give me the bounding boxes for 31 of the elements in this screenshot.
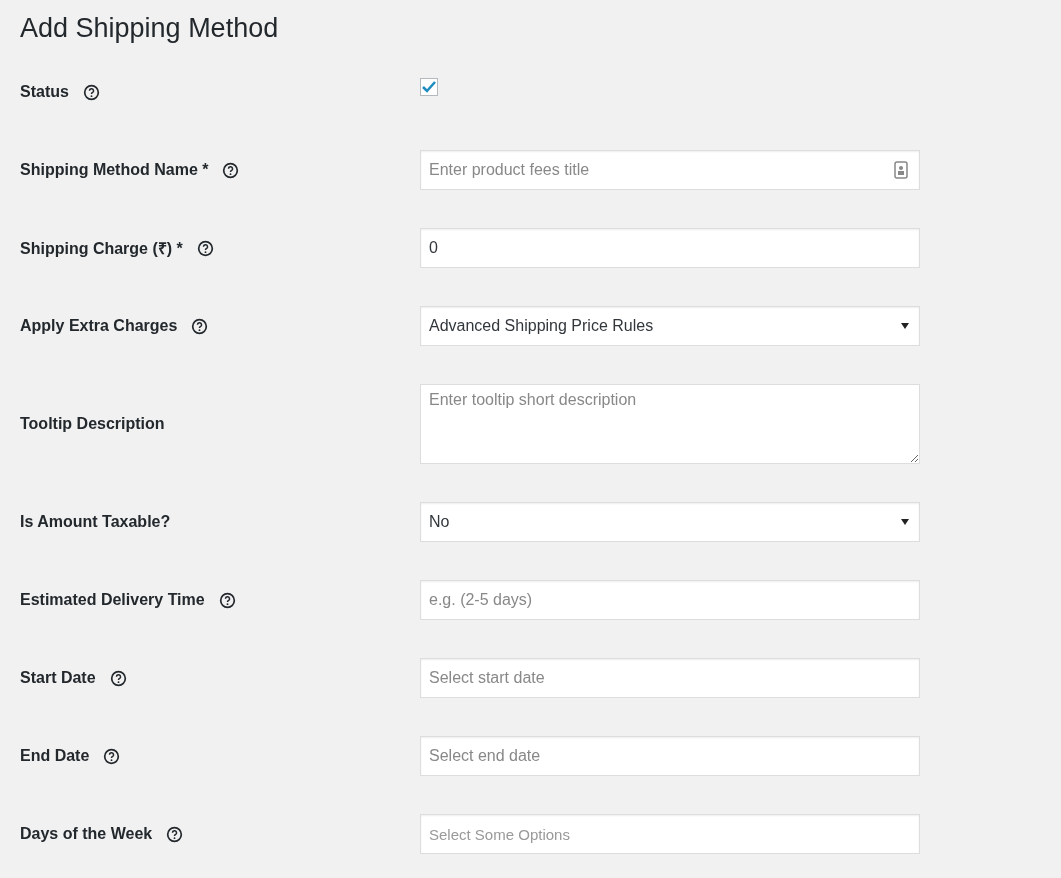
help-icon[interactable] — [82, 83, 100, 101]
text-field[interactable]: Select start date — [420, 658, 920, 698]
caret-icon — [901, 519, 909, 525]
field-label: Tooltip Description — [20, 415, 165, 433]
help-icon[interactable] — [218, 591, 236, 609]
field-label: Shipping Method Name * — [20, 161, 209, 179]
help-icon[interactable] — [222, 161, 240, 179]
field-label: Days of the Week — [20, 825, 153, 843]
help-icon[interactable] — [196, 239, 214, 257]
caret-icon — [901, 323, 909, 329]
help-icon[interactable] — [103, 747, 121, 765]
field-label: Apply Extra Charges — [20, 317, 178, 335]
select-dropdown[interactable]: No — [420, 502, 920, 542]
page-title: Add Shipping Method — [20, 12, 280, 45]
help-icon[interactable] — [166, 825, 184, 843]
field-label: Is Amount Taxable? — [20, 513, 171, 531]
contact-card-icon — [894, 161, 908, 179]
field-label: Status — [20, 83, 69, 101]
field-label: Estimated Delivery Time — [20, 591, 205, 609]
select-dropdown[interactable]: Advanced Shipping Price Rules — [420, 306, 920, 346]
text-field[interactable]: e.g. (2-5 days) — [420, 580, 920, 620]
text-field[interactable]: Enter product fees title — [420, 150, 920, 190]
field-label: Start Date — [20, 669, 96, 687]
textarea-field[interactable]: Enter tooltip short description — [420, 384, 920, 464]
help-icon[interactable] — [191, 317, 209, 335]
text-field[interactable]: Select end date — [420, 736, 920, 776]
field-label: End Date — [20, 747, 90, 765]
text-field[interactable]: 0 — [420, 228, 920, 268]
field-label: Shipping Charge (₹) * — [20, 239, 183, 259]
help-icon[interactable] — [109, 669, 127, 687]
status-checkbox[interactable] — [420, 78, 438, 96]
